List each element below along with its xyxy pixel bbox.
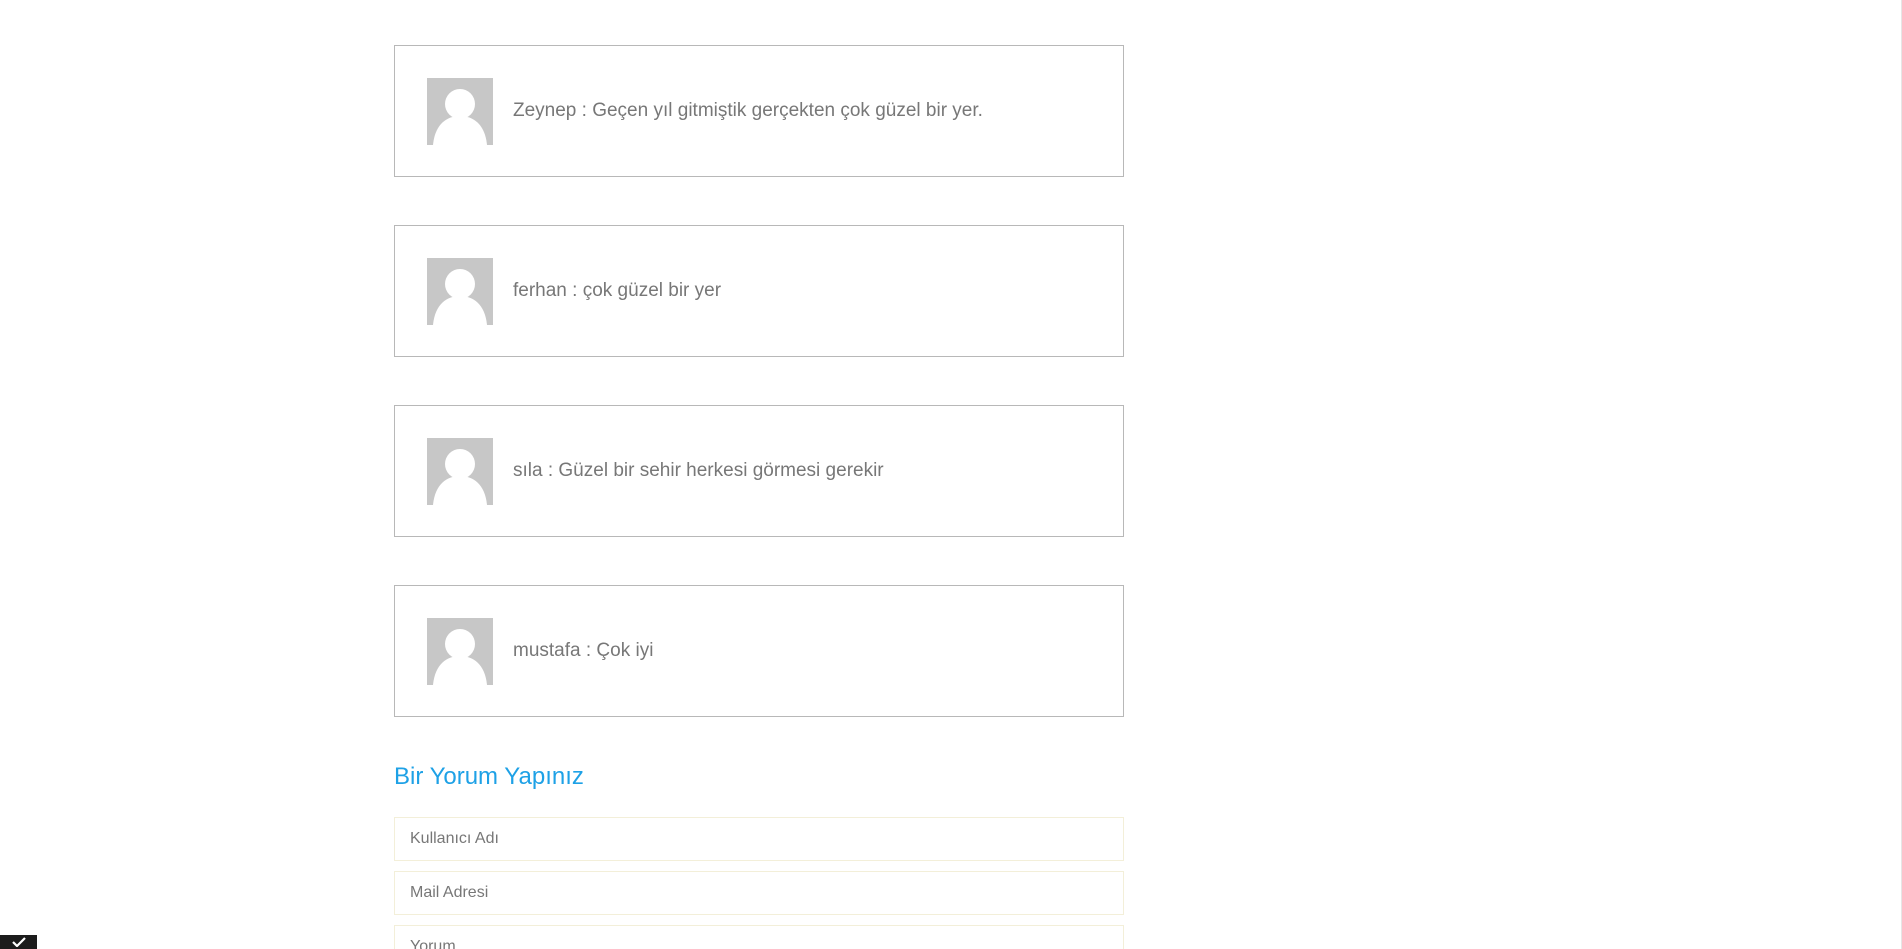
comment-card: sıla : Güzel bir sehir herkesi görmesi g… — [394, 405, 1124, 537]
default-user-avatar-icon — [427, 617, 493, 685]
comment-text: mustafa : Çok iyi — [513, 640, 654, 661]
comment-card: ferhan : çok güzel bir yer — [394, 225, 1124, 357]
comment-textarea[interactable] — [394, 925, 1124, 949]
email-input[interactable] — [394, 871, 1124, 915]
page: Zeynep : Geçen yıl gitmiştik gerçekten ç… — [0, 0, 1902, 949]
corner-badge[interactable] — [0, 935, 37, 949]
comment-text: ferhan : çok güzel bir yer — [513, 280, 722, 301]
comments-section: Zeynep : Geçen yıl gitmiştik gerçekten ç… — [394, 45, 1124, 949]
default-user-avatar-icon — [427, 437, 493, 505]
comment-form-title: Bir Yorum Yapınız — [394, 763, 584, 790]
comment-text: sıla : Güzel bir sehir herkesi görmesi g… — [513, 460, 884, 481]
comment-card: mustafa : Çok iyi — [394, 585, 1124, 717]
comment-text: Zeynep : Geçen yıl gitmiştik gerçekten ç… — [513, 100, 983, 121]
default-user-avatar-icon — [427, 77, 493, 145]
default-user-avatar-icon — [427, 257, 493, 325]
check-mark-icon — [11, 937, 26, 947]
comment-card: Zeynep : Geçen yıl gitmiştik gerçekten ç… — [394, 45, 1124, 177]
username-input[interactable] — [394, 817, 1124, 861]
